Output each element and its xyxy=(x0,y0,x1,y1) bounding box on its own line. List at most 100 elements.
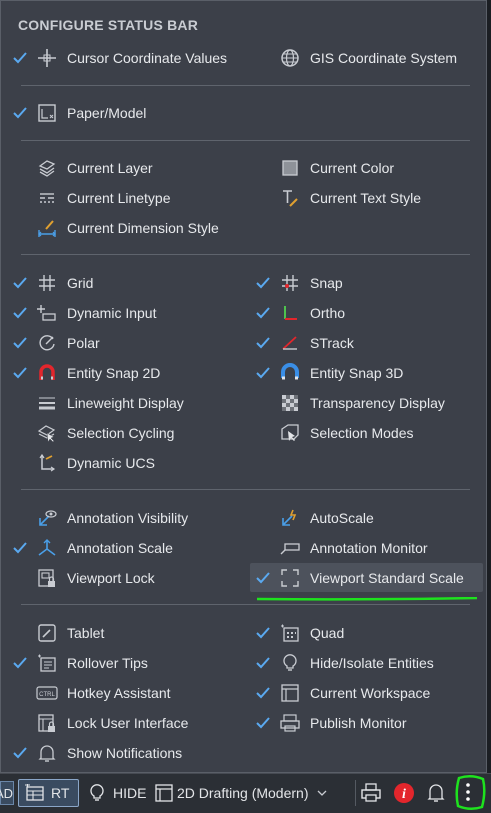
info-badge-icon[interactable]: i xyxy=(392,781,416,805)
lock-ui-icon xyxy=(35,712,59,734)
menu-item-quad[interactable]: Quad xyxy=(256,619,344,647)
menu-item-annotation-scale[interactable]: Annotation Scale xyxy=(13,534,173,562)
menu-item-ortho[interactable]: Ortho xyxy=(256,299,345,327)
annotation-scale-icon xyxy=(35,537,59,559)
menu-separator xyxy=(21,85,470,86)
menu-item-annotation-monitor[interactable]: Annotation Monitor xyxy=(256,534,428,562)
menu-item-label: Entity Snap 3D xyxy=(310,365,404,381)
menu-item-label: Current Color xyxy=(310,160,395,176)
workspace-icon xyxy=(154,783,174,803)
menu-item-lineweight-display[interactable]: Lineweight Display xyxy=(13,389,184,417)
checkmark-icon xyxy=(256,657,278,669)
menu-item-label: Lock User Interface xyxy=(67,715,189,731)
menu-item-dynamic-input[interactable]: Dynamic Input xyxy=(13,299,156,327)
globe-icon xyxy=(278,47,302,69)
menu-item-current-layer[interactable]: Current Layer xyxy=(13,154,153,182)
menu-item-label: Ortho xyxy=(310,305,346,321)
menu-separator xyxy=(21,604,470,605)
annotation-visibility-icon xyxy=(35,507,59,529)
menu-item-label: GIS Coordinate System xyxy=(310,50,458,66)
menu-item-selection-modes[interactable]: Selection Modes xyxy=(256,419,414,447)
menu-item-snap[interactable]: Snap xyxy=(256,269,343,297)
status-bar-left-button[interactable]: AD xyxy=(0,781,14,805)
more-vertical-icon[interactable] xyxy=(453,774,487,812)
ctrl-key-icon: CTRL xyxy=(35,682,59,704)
menu-item-selection-cycling[interactable]: Selection Cycling xyxy=(13,419,174,447)
viewport-scale-icon xyxy=(278,567,302,589)
menu-item-label: Show Notifications xyxy=(67,745,183,761)
checkmark-icon xyxy=(256,717,278,729)
menu-item-label: Viewport Standard Scale xyxy=(310,570,464,586)
menu-item-label: Hide/Isolate Entities xyxy=(310,655,434,671)
magnet-icon xyxy=(35,362,59,384)
checkmark-icon xyxy=(256,687,278,699)
hide-label: HIDE xyxy=(113,785,147,801)
menu-item-label: Grid xyxy=(67,275,94,291)
menu-item-label: Hotkey Assistant xyxy=(67,685,171,701)
menu-item-paper-model[interactable]: Paper/Model xyxy=(13,99,146,127)
menu-item-entity-snap-2d[interactable]: Entity Snap 2D xyxy=(13,359,160,387)
menu-item-label: Viewport Lock xyxy=(67,570,155,586)
menu-item-transparency-display[interactable]: Transparency Display xyxy=(256,389,445,417)
selection-modes-icon xyxy=(278,422,302,444)
checkmark-icon xyxy=(256,367,278,379)
menu-item-label: STrack xyxy=(310,335,354,351)
menu-item-label: Paper/Model xyxy=(67,105,147,121)
configure-status-bar-menu: CONFIGURE STATUS BAR Cursor Coordinate V… xyxy=(0,0,487,773)
menu-item-hide-isolate-entities[interactable]: Hide/Isolate Entities xyxy=(256,649,434,677)
layers-icon xyxy=(35,157,59,179)
menu-item-current-text-style[interactable]: Current Text Style xyxy=(256,184,421,212)
dimension-style-icon xyxy=(35,217,59,239)
dynamic-ucs-icon xyxy=(35,452,59,474)
checkmark-icon xyxy=(13,107,35,119)
bell-icon[interactable] xyxy=(426,782,446,804)
printer-icon[interactable] xyxy=(360,782,382,804)
checkmark-icon xyxy=(13,657,35,669)
text-style-icon xyxy=(278,187,302,209)
status-bar-left-label: AD xyxy=(0,785,14,801)
workspace-label: 2D Drafting (Modern) xyxy=(177,785,309,801)
menu-item-current-dimension-style[interactable]: Current Dimension Style xyxy=(13,214,219,242)
menu-item-tablet[interactable]: Tablet xyxy=(13,619,104,647)
menu-item-annotation-visibility[interactable]: Annotation Visibility xyxy=(13,504,188,532)
lightbulb-icon xyxy=(278,652,302,674)
menu-item-autoscale[interactable]: AutoScale xyxy=(256,504,374,532)
menu-item-hotkey-assistant[interactable]: CTRL Hotkey Assistant xyxy=(13,679,171,707)
menu-item-label: Annotation Visibility xyxy=(67,510,189,526)
rt-toggle-button[interactable]: RT xyxy=(18,779,79,807)
magnet-3d-icon xyxy=(278,362,302,384)
menu-item-publish-monitor[interactable]: Publish Monitor xyxy=(256,709,407,737)
workspace-selector[interactable]: 2D Drafting (Modern) xyxy=(154,782,327,804)
checkmark-icon xyxy=(13,747,35,759)
menu-item-strack[interactable]: STrack xyxy=(256,329,354,357)
color-square-icon xyxy=(278,157,302,179)
menu-item-dynamic-ucs[interactable]: Dynamic UCS xyxy=(13,449,155,477)
menu-item-grid[interactable]: Grid xyxy=(13,269,93,297)
checkmark-icon xyxy=(13,337,35,349)
svg-text:CTRL: CTRL xyxy=(39,692,55,698)
polar-icon xyxy=(35,332,59,354)
menu-item-cursor-coordinate-values[interactable]: Cursor Coordinate Values xyxy=(13,44,227,72)
menu-item-current-color[interactable]: Current Color xyxy=(256,154,394,182)
menu-item-show-notifications[interactable]: Show Notifications xyxy=(13,739,182,767)
lightbulb-icon xyxy=(87,783,107,803)
annotation-underline xyxy=(256,597,478,601)
ortho-icon xyxy=(278,302,302,324)
menu-item-lock-user-interface[interactable]: Lock User Interface xyxy=(13,709,188,737)
menu-item-current-workspace[interactable]: Current Workspace xyxy=(256,679,430,707)
menu-item-label: Rollover Tips xyxy=(67,655,148,671)
menu-separator xyxy=(21,489,470,490)
hide-button[interactable]: HIDE xyxy=(87,782,146,804)
menu-item-polar[interactable]: Polar xyxy=(13,329,100,357)
menu-item-label: Selection Modes xyxy=(310,425,414,441)
menu-item-rollover-tips[interactable]: Rollover Tips xyxy=(13,649,148,677)
menu-item-label: Current Linetype xyxy=(67,190,171,206)
menu-item-viewport-lock[interactable]: Viewport Lock xyxy=(13,564,155,592)
menu-item-gis-coordinate-system[interactable]: GIS Coordinate System xyxy=(256,44,457,72)
dynamic-input-icon xyxy=(35,302,59,324)
menu-item-label: Dynamic UCS xyxy=(67,455,155,471)
menu-item-viewport-standard-scale[interactable]: Viewport Standard Scale xyxy=(256,564,464,592)
menu-item-current-linetype[interactable]: Current Linetype xyxy=(13,184,171,212)
menu-item-label: Annotation Monitor xyxy=(310,540,428,556)
menu-item-entity-snap-3d[interactable]: Entity Snap 3D xyxy=(256,359,403,387)
